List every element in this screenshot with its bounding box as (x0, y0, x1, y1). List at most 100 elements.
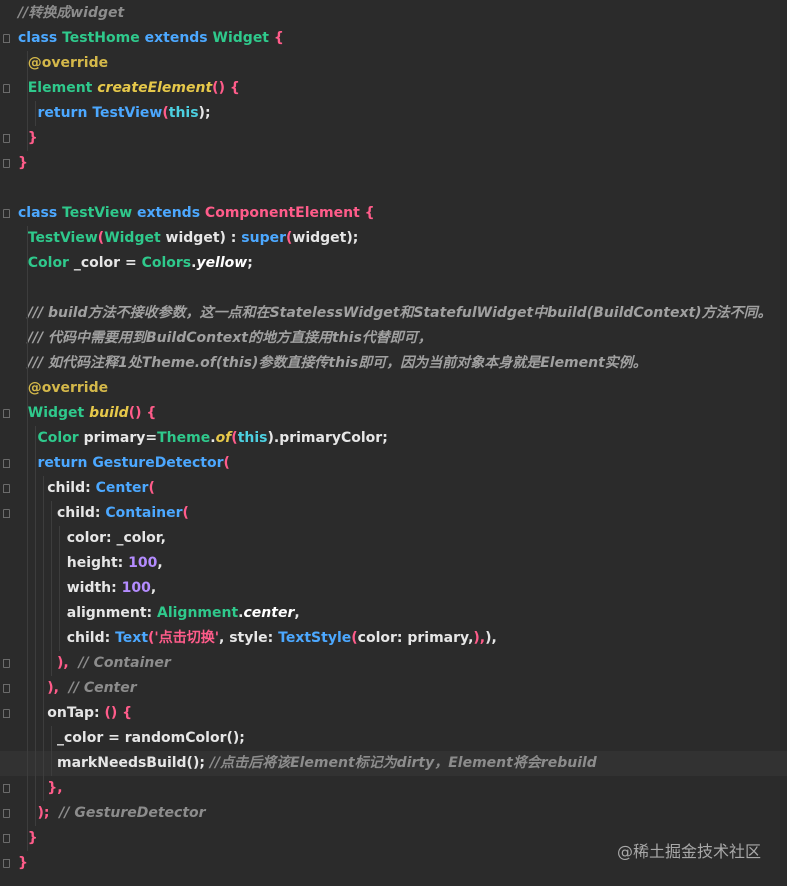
code-line[interactable]: TestView(Widget widget) : super(widget); (18, 226, 787, 251)
code-line[interactable]: Widget build() { (18, 401, 787, 426)
code-editor[interactable]: //转换成widget class TestHome extends Widget… (0, 0, 787, 886)
fold-close-icon[interactable] (3, 684, 10, 693)
code-line[interactable]: height: 100, (18, 551, 787, 576)
code-line[interactable]: }, (18, 776, 787, 801)
code-token: /// build方法不接收参数，这一点和在StatelessWidget和St… (18, 305, 772, 321)
code-token: yellow (196, 255, 248, 271)
code-token: ); (346, 230, 359, 246)
fold-open-icon[interactable] (3, 209, 10, 218)
code-token: /// 代码中需要用到BuildContext的地方直接用this代替即可， (18, 330, 432, 346)
code-line[interactable]: color: _color, (18, 526, 787, 551)
code-token: createElement (97, 80, 213, 96)
indent-guide (35, 426, 36, 826)
fold-close-icon[interactable] (3, 859, 10, 868)
code-token: ( (182, 505, 189, 521)
code-token: }, (18, 780, 63, 796)
code-token: , (150, 580, 157, 596)
code-token: @override (18, 55, 109, 71)
code-line[interactable]: onTap: () { (18, 701, 787, 726)
indent-guide (51, 726, 52, 776)
code-token: , (157, 555, 163, 571)
code-token: build (89, 405, 129, 421)
fold-open-icon[interactable] (3, 34, 10, 43)
indent-guide (35, 101, 36, 126)
code-token: Container (105, 505, 183, 521)
fold-close-icon[interactable] (3, 159, 10, 168)
fold-open-icon[interactable] (3, 709, 10, 718)
code-token: center (243, 605, 295, 621)
fold-close-icon[interactable] (3, 809, 10, 818)
indent-guide (27, 51, 28, 151)
code-line[interactable]: //转换成widget (18, 1, 787, 26)
code-token: markNeedsBuild(); (18, 755, 210, 771)
code-line[interactable]: markNeedsBuild(); //点击后将该Element标记为dirty… (0, 751, 787, 776)
code-line[interactable]: @override (18, 376, 787, 401)
code-line[interactable]: ); // GestureDetector (18, 801, 787, 826)
code-line[interactable]: /// build方法不接收参数，这一点和在StatelessWidget和St… (18, 301, 787, 326)
fold-open-icon[interactable] (3, 509, 10, 518)
code-line[interactable]: Element createElement() { (18, 76, 787, 101)
fold-open-icon[interactable] (3, 484, 10, 493)
code-token: Widget (104, 230, 166, 246)
code-line[interactable]: /// 如代码注释1处Theme.of(this)参数直接传this即可，因为当… (18, 351, 787, 376)
fold-close-icon[interactable] (3, 834, 10, 843)
code-line[interactable]: Color _color = Colors.yellow; (18, 251, 787, 276)
fold-open-icon[interactable] (3, 84, 10, 93)
code-token: TestView (18, 230, 98, 246)
code-token: () { (212, 80, 240, 96)
code-token: { (273, 30, 284, 46)
fold-open-icon[interactable] (3, 409, 10, 418)
code-line[interactable]: child: Text('点击切换', style: TextStyle(col… (18, 626, 787, 651)
code-token: this (168, 105, 199, 121)
fold-open-icon[interactable] (3, 459, 10, 468)
code-token: alignment: (18, 605, 157, 621)
code-token: TestHome (62, 30, 145, 46)
code-line[interactable]: Color primary=Theme.of(this).primaryColo… (18, 426, 787, 451)
code-token: child: (18, 630, 116, 646)
code-token: 100 (121, 580, 151, 596)
code-token: TestView (62, 205, 137, 221)
code-token: _color = randomColor(); (18, 730, 245, 746)
code-token: TextStyle (278, 630, 352, 646)
code-token: child: (18, 480, 96, 496)
code-token: super (241, 230, 286, 246)
fold-close-icon[interactable] (3, 659, 10, 668)
code-token: //点击后将该Element标记为dirty，Element将会rebuild (209, 755, 597, 771)
code-token: ( (148, 480, 155, 496)
code-line[interactable]: class TestView extends ComponentElement … (18, 201, 787, 226)
code-line[interactable]: /// 代码中需要用到BuildContext的地方直接用this代替即可， (18, 326, 787, 351)
code-token: color: primary, (357, 630, 474, 646)
code-line[interactable]: _color = randomColor(); (18, 726, 787, 751)
code-token: @override (18, 380, 109, 396)
code-line[interactable] (18, 276, 787, 301)
code-line[interactable]: return GestureDetector( (18, 451, 787, 476)
code-line[interactable]: ), // Container (18, 651, 787, 676)
code-token: _color = (73, 255, 142, 271)
code-token: Alignment (157, 605, 239, 621)
code-token: // Container (78, 655, 171, 671)
code-token: Widget (212, 30, 274, 46)
code-token: this (237, 430, 268, 446)
code-line[interactable] (18, 176, 787, 201)
code-line[interactable]: class TestHome extends Widget { (18, 26, 787, 51)
code-token: ), (473, 630, 486, 646)
code-token: } (18, 855, 28, 871)
fold-close-icon[interactable] (3, 784, 10, 793)
code-token: { (364, 205, 375, 221)
indent-guide (27, 226, 28, 851)
code-line[interactable]: alignment: Alignment.center, (18, 601, 787, 626)
code-line[interactable]: child: Container( (18, 501, 787, 526)
code-token: Text (115, 630, 149, 646)
code-token: primary= (83, 430, 158, 446)
code-line[interactable]: width: 100, (18, 576, 787, 601)
code-line[interactable]: @override (18, 51, 787, 76)
code-line[interactable]: } (18, 151, 787, 176)
code-token: , style: (219, 630, 279, 646)
fold-close-icon[interactable] (3, 134, 10, 143)
code-line[interactable]: child: Center( (18, 476, 787, 501)
code-token: //转换成widget (18, 5, 125, 21)
code-line[interactable]: return TestView(this); (18, 101, 787, 126)
code-line[interactable]: ), // Center (18, 676, 787, 701)
code-line[interactable]: } (18, 126, 787, 151)
code-token: Center (95, 480, 149, 496)
